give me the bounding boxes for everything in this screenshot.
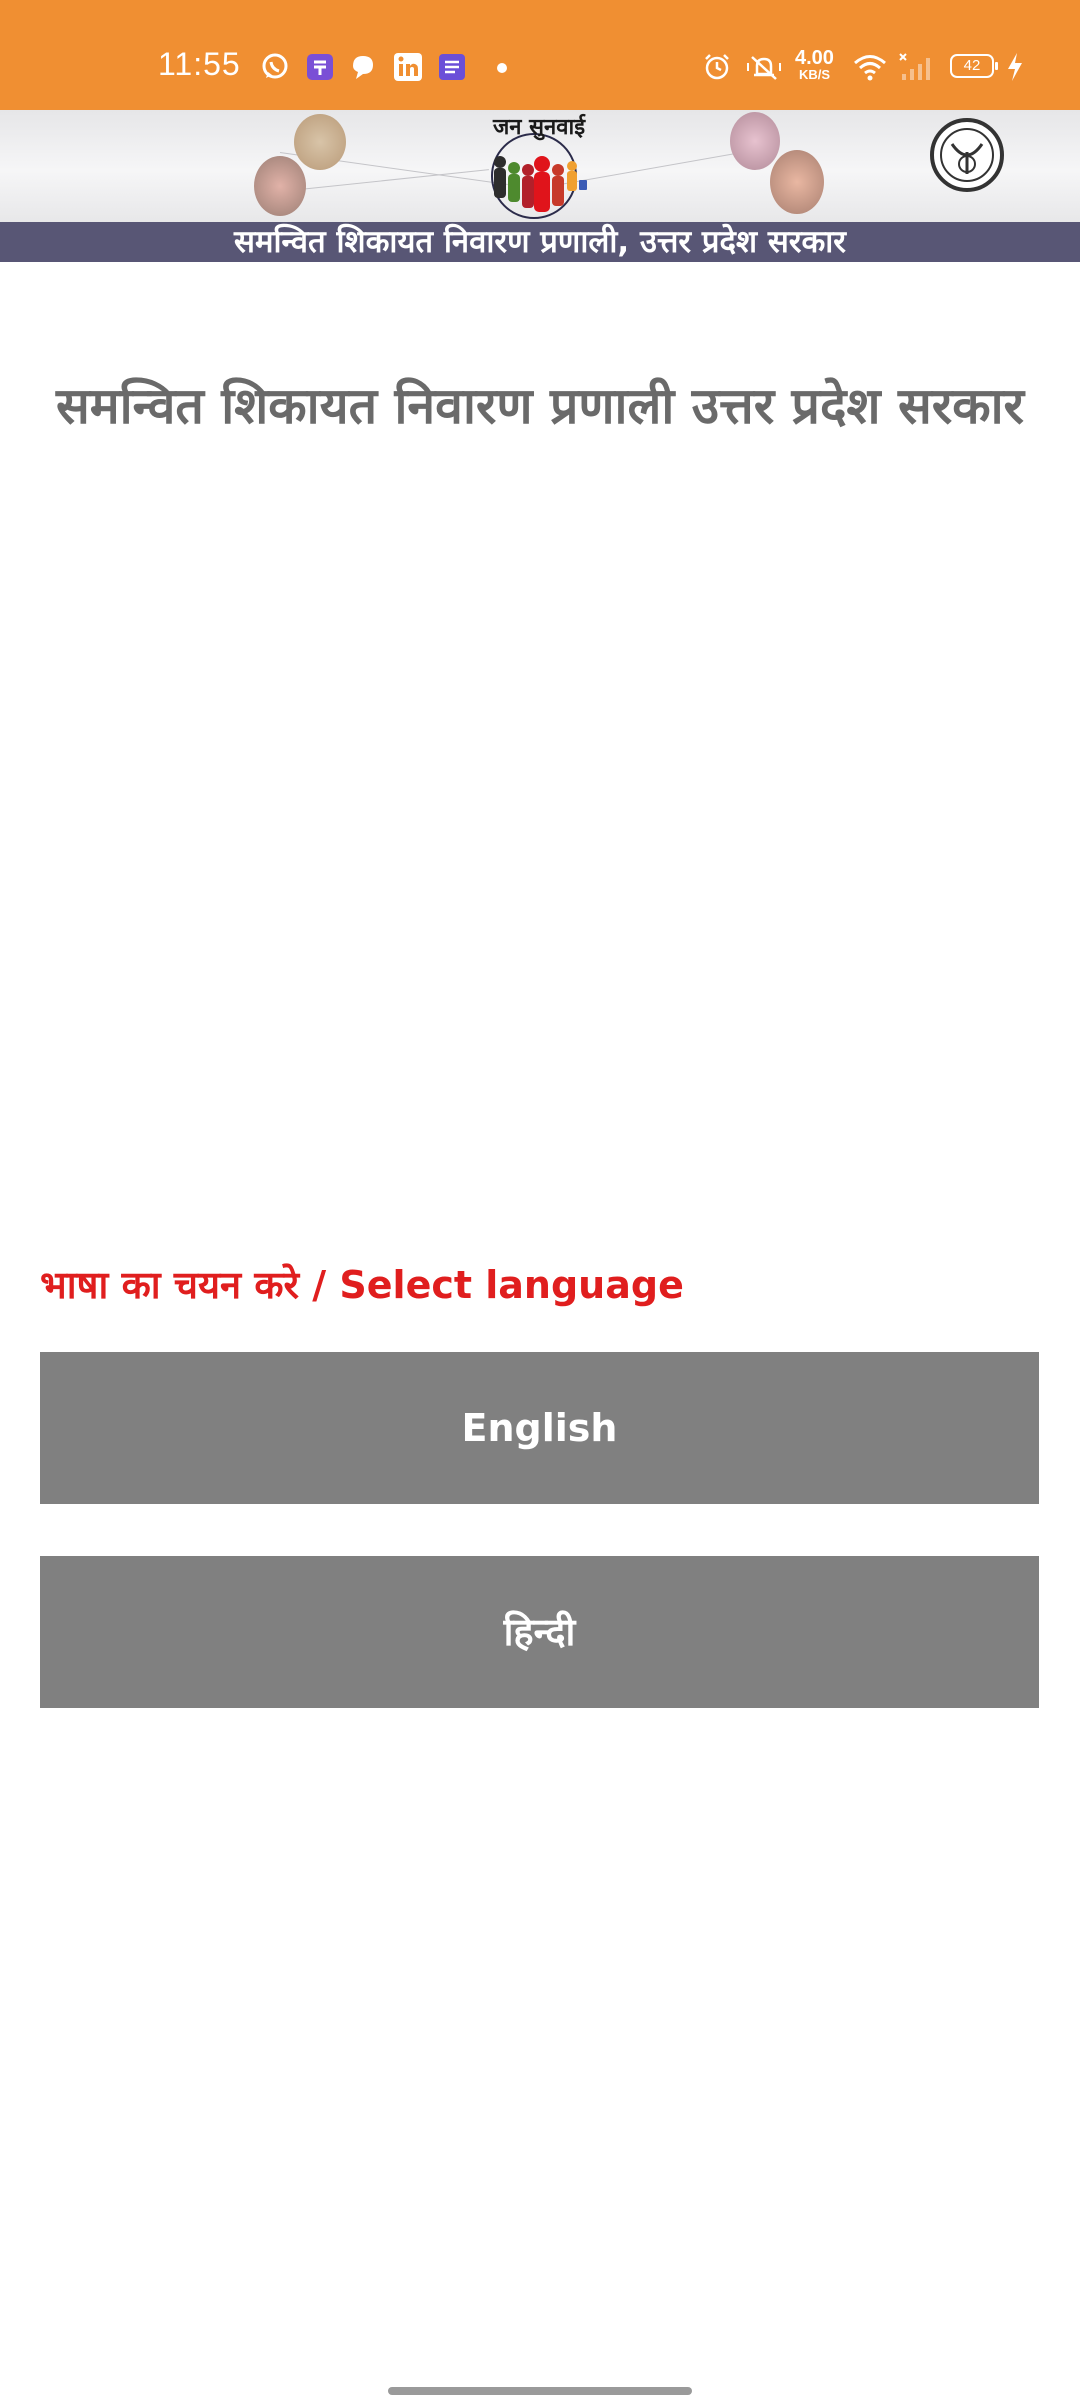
status-time: 11:55 bbox=[158, 46, 241, 82]
network-speed-unit: KB/S bbox=[798, 67, 830, 82]
network-speed: 4.00 KB/S bbox=[795, 48, 834, 81]
header-banner: जन सुनवाई समन्वित शिकायत निवारण प्रणाली,… bbox=[0, 110, 1080, 262]
mute-icon bbox=[747, 56, 781, 80]
jansunwai-logo-text: जन सुनवाई bbox=[492, 113, 586, 141]
home-indicator[interactable] bbox=[388, 2387, 692, 2395]
jansunwai-logo: जन सुनवाई bbox=[491, 113, 587, 219]
page-title: समन्वित शिकायत निवारण प्रणाली उत्तर प्रद… bbox=[55, 377, 1025, 435]
wifi-icon bbox=[854, 55, 886, 81]
banner-photo bbox=[730, 112, 780, 170]
signal-icon bbox=[899, 53, 930, 80]
whatsapp-icon bbox=[262, 53, 288, 79]
more-notifications-dot bbox=[497, 63, 507, 73]
banner-decor-line bbox=[289, 169, 489, 191]
chat-icon bbox=[353, 56, 373, 79]
banner-photo bbox=[770, 150, 824, 214]
notes-icon bbox=[439, 54, 465, 80]
network-speed-value: 4.00 bbox=[795, 47, 834, 69]
banner-strip-text: समन्वित शिकायत निवारण प्रणाली, उत्तर प्र… bbox=[0, 222, 1080, 262]
english-language-button[interactable]: English bbox=[40, 1352, 1039, 1504]
up-government-emblem bbox=[930, 118, 1004, 192]
alarm-icon bbox=[705, 54, 729, 80]
banner-photo bbox=[294, 114, 346, 170]
language-prompt: भाषा का चयन करे / Select language bbox=[40, 1263, 684, 1307]
linkedin-icon bbox=[394, 53, 422, 81]
charging-icon bbox=[1008, 53, 1022, 81]
hindi-language-button[interactable]: हिन्दी bbox=[40, 1556, 1039, 1708]
app-icon bbox=[307, 54, 333, 80]
status-bar: 11:55 4.00 KB/S 42 bbox=[0, 0, 1080, 110]
battery-indicator: 42 bbox=[950, 54, 998, 78]
banner-photo bbox=[254, 156, 306, 216]
